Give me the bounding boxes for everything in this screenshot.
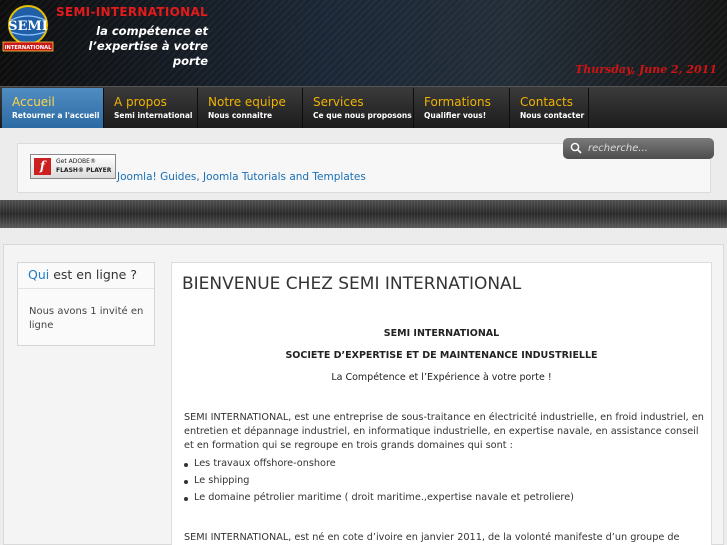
site-header: SEMI INTERNATIONAL SEMI-INTERNATIONAL la… — [0, 0, 727, 86]
module-title: Qui est en ligne ? — [18, 263, 154, 289]
nav-item-subtitle: Nous contacter — [520, 111, 585, 120]
nav-item-subtitle: Qualifier vous! — [424, 111, 487, 120]
domain-list: Les travaux offshore-onshore Le shipping… — [184, 458, 704, 509]
get-flash-player-badge[interactable]: f Get ADOBE® FLASH® PLAYER — [30, 154, 116, 179]
nav-item-services[interactable]: Services Ce que nous proposons — [303, 88, 414, 128]
module-title-rest: est en ligne ? — [49, 267, 137, 282]
nav-item-title: Contacts — [520, 95, 573, 109]
search-icon[interactable] — [570, 142, 582, 154]
joomla-guides-link[interactable]: Joomla! Guides, Joomla Tutorials and Tem… — [117, 171, 366, 183]
intro-paragraph: SEMI INTERNATIONAL, est une entreprise d… — [184, 412, 704, 451]
who-is-online-module: Qui est en ligne ? Nous avons 1 invité e… — [17, 262, 155, 346]
nav-item-title: A propos — [114, 95, 167, 109]
page-title: BIENVENUE CHEZ SEMI INTERNATIONAL — [182, 274, 522, 294]
nav-item-a-propos[interactable]: A propos Semi international — [104, 88, 198, 128]
nav-item-title: Formations — [424, 95, 491, 109]
nav-item-title: Notre equipe — [208, 95, 286, 109]
nav-item-contacts[interactable]: Contacts Nous contacter — [510, 88, 589, 128]
company-tagline: La Compétence et l’Expérience à votre po… — [331, 372, 552, 383]
module-title-highlight: Qui — [28, 267, 50, 282]
search-input[interactable] — [588, 141, 708, 156]
flash-badge-line-2: FLASH® PLAYER — [56, 167, 112, 174]
top-bar: f Get ADOBE® FLASH® PLAYER Joomla! Guide… — [17, 138, 714, 193]
flash-badge-line-1: Get ADOBE® — [56, 158, 96, 165]
nav-item-subtitle: Nous connaitre — [208, 111, 273, 120]
company-name-heading: SEMI INTERNATIONAL — [383, 328, 500, 339]
nav-item-title: Accueil — [12, 95, 55, 109]
list-item: Le domaine pétrolier maritime ( droit ma… — [184, 492, 704, 509]
decorative-band — [0, 200, 727, 228]
company-type-heading: SOCIETE D’EXPERTISE ET DE MAINTENANCE IN… — [285, 350, 598, 361]
history-paragraph: SEMI INTERNATIONAL, est né en cote d’ivo… — [184, 532, 680, 543]
nav-item-accueil[interactable]: Accueil Retourner a l'accueil — [2, 88, 104, 128]
list-item: Le shipping — [184, 475, 704, 492]
flash-logo-icon: f — [34, 158, 51, 175]
logo-banner-text: INTERNATIONAL — [5, 45, 53, 51]
site-name: SEMI-INTERNATIONAL — [56, 5, 208, 19]
current-date: Thursday, June 2, 2011 — [575, 63, 717, 76]
slogan-line-2: l’expertise à votre porte — [88, 39, 208, 68]
search-box — [563, 138, 714, 159]
nav-item-title: Services — [313, 95, 364, 109]
site-slogan: la compétence et l’expertise à votre por… — [58, 24, 208, 69]
nav-item-subtitle: Semi international — [114, 111, 193, 120]
semi-logo[interactable]: SEMI INTERNATIONAL — [2, 4, 54, 54]
nav-item-subtitle: Ce que nous proposons — [313, 111, 412, 120]
nav-item-subtitle: Retourner a l'accueil — [12, 111, 100, 120]
nav-item-notre-equipe[interactable]: Notre equipe Nous connaitre — [198, 88, 303, 128]
online-count-text: Nous avons 1 invité en ligne — [29, 306, 144, 331]
main-nav: Accueil Retourner a l'accueil A propos S… — [0, 86, 727, 128]
logo-main-text: SEMI — [8, 19, 48, 34]
nav-item-formations[interactable]: Formations Qualifier vous! — [414, 88, 510, 128]
main-article: BIENVENUE CHEZ SEMI INTERNATIONAL SEMI I… — [171, 262, 712, 545]
slogan-line-1: la compétence et — [96, 24, 208, 38]
list-item: Les travaux offshore-onshore — [184, 458, 704, 475]
